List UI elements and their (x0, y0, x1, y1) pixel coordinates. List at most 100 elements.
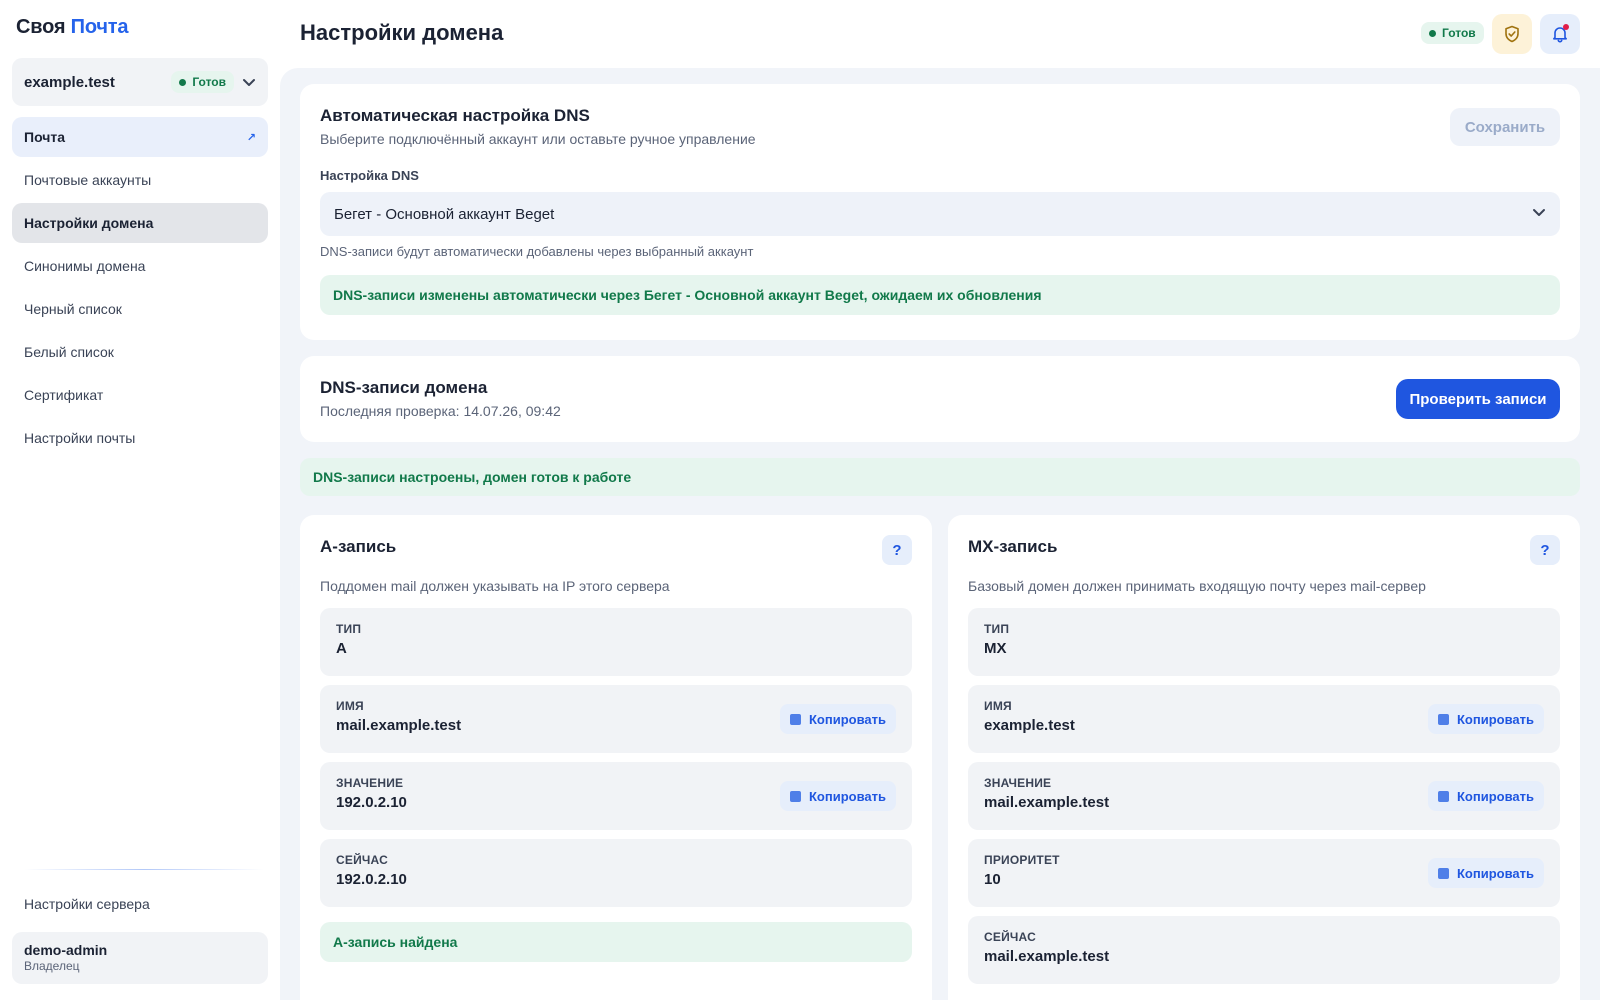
a-record-value-field: ЗНАЧЕНИЕ 192.0.2.10 Копировать (320, 762, 912, 830)
dns-ready-banner: DNS-записи настроены, домен готов к рабо… (300, 458, 1580, 496)
server-settings-link[interactable]: Настройки сервера (24, 896, 150, 912)
domain-status-text: Готов (192, 75, 226, 89)
sidebar-item-label: Настройки почты (24, 430, 136, 446)
notifications-button[interactable] (1540, 14, 1580, 54)
mx-record-help-button[interactable]: ? (1530, 535, 1560, 565)
copy-button[interactable]: Копировать (779, 704, 896, 734)
sidebar-item-label: Черный список (24, 301, 122, 317)
field-value: mail.example.test (984, 948, 1110, 965)
copy-button[interactable]: Копировать (1427, 781, 1544, 811)
a-record-found-text: А-запись найдена (333, 934, 458, 950)
logo-part-1: Своя (16, 16, 66, 38)
copy-button[interactable]: Копировать (1427, 704, 1544, 734)
save-button[interactable]: Сохранить (1450, 108, 1560, 146)
chevron-down-icon (1532, 205, 1546, 223)
mx-record-card: MX-запись ? Базовый домен должен принима… (948, 515, 1580, 1000)
copy-label: Копировать (808, 711, 886, 727)
sidebar-item-label: Почтовые аккаунты (24, 172, 152, 188)
user-role: Владелец (24, 959, 80, 973)
copy-icon (1437, 713, 1449, 725)
field-label: ТИП (336, 622, 362, 636)
a-record-type-field: ТИП A (320, 608, 912, 676)
domain-selector[interactable]: example.test Готов (12, 58, 268, 106)
external-arrow-icon: ↗ (246, 131, 256, 144)
sidebar-item-domain-aliases[interactable]: Синонимы домена (12, 246, 268, 286)
field-value: A (336, 640, 347, 657)
field-value: MX (984, 640, 1007, 657)
sidebar-item-label: Синонимы домена (24, 258, 146, 274)
copy-button[interactable]: Копировать (779, 781, 896, 811)
sidebar: Своя Почта example.test Готов Почта ↗ По… (0, 0, 280, 1000)
a-record-description: Поддомен mail должен указывать на IP это… (320, 578, 670, 594)
a-record-card: А-запись ? Поддомен mail должен указыват… (300, 515, 932, 1000)
dns-records-card: DNS-записи домена Последняя проверка: 14… (300, 356, 1580, 442)
top-header: Настройки домена Готов (280, 0, 1600, 68)
field-label: СЕЙЧАС (336, 853, 388, 867)
field-label: ТИП (984, 622, 1010, 636)
status-dot-icon (1429, 29, 1436, 37)
security-button[interactable] (1492, 14, 1532, 54)
sidebar-item-label: Сертификат (24, 387, 104, 403)
copy-icon (789, 713, 801, 725)
sidebar-item-mail-accounts[interactable]: Почтовые аккаунты (12, 160, 268, 200)
app-logo[interactable]: Своя Почта (16, 16, 128, 39)
mx-record-description: Базовый домен должен принимать входящую … (968, 578, 1426, 594)
mx-record-name-field: ИМЯ example.test Копировать (968, 685, 1560, 753)
header-status-badge: Готов (1421, 22, 1484, 44)
domain-name: example.test (24, 73, 115, 91)
dns-ready-text: DNS-записи настроены, домен готов к рабо… (313, 469, 632, 485)
sidebar-item-domain-settings[interactable]: Настройки домена (12, 203, 268, 243)
user-card[interactable]: demo-admin Владелец (12, 932, 268, 984)
mx-record-type-field: ТИП MX (968, 608, 1560, 676)
a-record-current-field: СЕЙЧАС 192.0.2.10 (320, 839, 912, 907)
mx-record-value-field: ЗНАЧЕНИЕ mail.example.test Копировать (968, 762, 1560, 830)
field-label: СЕЙЧАС (984, 930, 1036, 944)
logo-part-2: Почта (70, 16, 129, 38)
copy-label: Копировать (808, 788, 886, 804)
dns-auto-notice: DNS-записи изменены автоматически через … (320, 275, 1560, 315)
sidebar-item-label: Белый список (24, 344, 114, 360)
sidebar-divider (24, 869, 264, 870)
domain-status-badge: Готов (171, 71, 234, 93)
dns-auto-notice-text: DNS-записи изменены автоматически через … (333, 287, 1042, 303)
sidebar-item-blacklist[interactable]: Черный список (12, 289, 268, 329)
sidebar-item-mail-settings[interactable]: Настройки почты (12, 418, 268, 458)
main-content: Автоматическая настройка DNS Выберите по… (280, 68, 1600, 1000)
a-record-help-button[interactable]: ? (882, 535, 912, 565)
dns-provider-select[interactable]: Бегет - Основной аккаунт Beget (320, 192, 1560, 236)
status-dot-icon (179, 78, 187, 86)
mx-record-priority-field: ПРИОРИТЕТ 10 Копировать (968, 839, 1560, 907)
dns-provider-hint: DNS-записи будут автоматически добавлены… (320, 244, 754, 259)
dns-records-title: DNS-записи домена (320, 378, 488, 397)
copy-label: Копировать (1456, 788, 1534, 804)
chevron-down-icon (242, 75, 256, 89)
notification-dot (1563, 24, 1569, 30)
sidebar-item-whitelist[interactable]: Белый список (12, 332, 268, 372)
page-title: Настройки домена (300, 20, 504, 45)
sidebar-nav: Почта ↗ Почтовые аккаунты Настройки доме… (12, 117, 268, 461)
copy-icon (1437, 790, 1449, 802)
copy-icon (1437, 867, 1449, 879)
a-record-title: А-запись (320, 537, 397, 556)
header-status-text: Готов (1442, 26, 1476, 40)
field-value: 192.0.2.10 (336, 871, 407, 888)
mx-record-title: MX-запись (968, 537, 1058, 556)
dns-auto-title: Автоматическая настройка DNS (320, 106, 590, 125)
dns-provider-value: Бегет - Основной аккаунт Beget (334, 205, 555, 223)
copy-label: Копировать (1456, 865, 1534, 881)
last-check-text: Последняя проверка: 14.07.26, 09:42 (320, 403, 561, 419)
a-record-name-field: ИМЯ mail.example.test Копировать (320, 685, 912, 753)
dns-auto-card: Автоматическая настройка DNS Выберите по… (300, 84, 1580, 340)
mx-record-current-field: СЕЙЧАС mail.example.test (968, 916, 1560, 984)
copy-button[interactable]: Копировать (1427, 858, 1544, 888)
sidebar-item-label: Настройки домена (24, 215, 154, 231)
a-record-found-banner: А-запись найдена (320, 922, 912, 962)
dns-provider-label: Настройка DNS (320, 168, 419, 183)
shield-check-icon (1505, 25, 1519, 43)
dns-auto-subtitle: Выберите подключённый аккаунт или оставь… (320, 131, 756, 147)
sidebar-item-mail[interactable]: Почта ↗ (12, 117, 268, 157)
copy-icon (789, 790, 801, 802)
sidebar-item-label: Почта (24, 129, 66, 145)
check-records-button[interactable]: Проверить записи (1396, 379, 1560, 419)
sidebar-item-certificate[interactable]: Сертификат (12, 375, 268, 415)
